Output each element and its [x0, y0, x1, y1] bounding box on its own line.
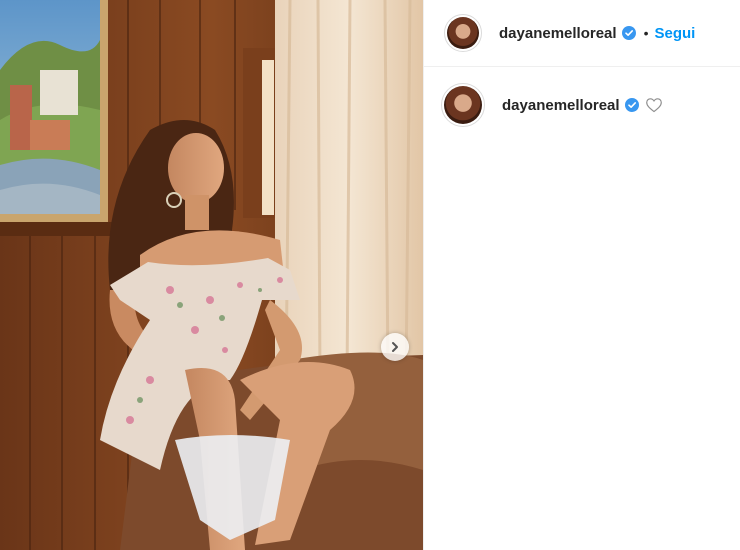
post-photo[interactable]	[0, 0, 423, 550]
header-separator: •	[643, 25, 649, 41]
header-username[interactable]: dayanemelloreal	[499, 25, 617, 42]
caption-username[interactable]: dayanemelloreal	[502, 97, 620, 114]
post-header: dayanemelloreal • Segui	[424, 0, 740, 67]
heart-outline-icon[interactable]	[645, 97, 663, 113]
follow-button[interactable]: Segui	[654, 25, 695, 42]
avatar-image	[444, 86, 482, 124]
caption-row: dayanemelloreal	[424, 83, 740, 127]
post-image	[0, 0, 423, 550]
next-photo-button[interactable]	[381, 333, 409, 361]
verified-badge-icon	[621, 26, 636, 40]
verified-badge-icon	[624, 98, 639, 112]
avatar[interactable]	[444, 14, 482, 52]
caption-avatar[interactable]	[441, 83, 485, 127]
chevron-right-icon	[392, 342, 398, 352]
avatar-image	[447, 17, 479, 49]
post-side-panel: dayanemelloreal • Segui dayanemelloreal	[423, 0, 740, 550]
